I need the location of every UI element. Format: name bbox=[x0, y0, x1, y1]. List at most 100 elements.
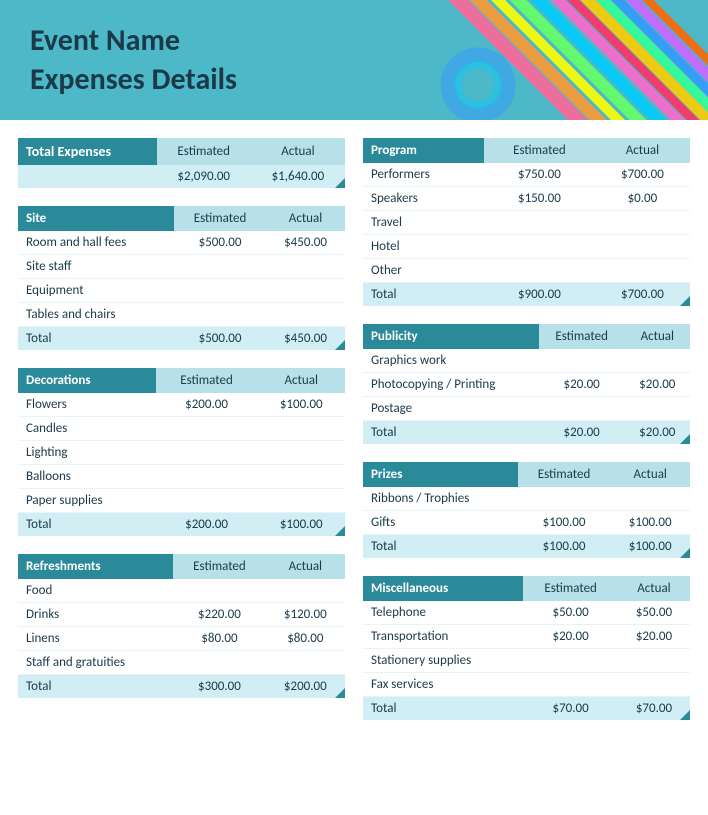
total-expenses-total-label bbox=[18, 165, 157, 188]
table-row: Equipment bbox=[18, 279, 345, 303]
decorations-section: Decorations Estimated Actual Flowers $20… bbox=[18, 368, 345, 536]
total-expenses-table: Total Expenses Estimated Actual $2,090.0… bbox=[18, 138, 345, 188]
prizes-row-2-estimated: $100.00 bbox=[518, 511, 611, 535]
decorations-total-estimated: $200.00 bbox=[156, 513, 258, 537]
misc-row-4-actual bbox=[618, 673, 690, 697]
site-row-1-estimated: $500.00 bbox=[174, 231, 266, 255]
site-estimated-header: Estimated bbox=[174, 206, 266, 231]
refreshments-estimated-header: Estimated bbox=[173, 554, 265, 579]
decorations-row-5-name: Paper supplies bbox=[18, 489, 156, 513]
program-row-5-actual bbox=[595, 259, 690, 283]
refreshments-row-4-name: Staff and gratuities bbox=[18, 651, 173, 675]
prizes-total-actual: $100.00 bbox=[610, 535, 690, 559]
decorations-row-2-actual bbox=[258, 417, 346, 441]
decorations-row-3-actual bbox=[258, 441, 346, 465]
misc-row-3-actual bbox=[618, 649, 690, 673]
program-estimated-header: Estimated bbox=[484, 138, 595, 163]
program-total-estimated: $900.00 bbox=[484, 283, 595, 307]
refreshments-actual-header: Actual bbox=[266, 554, 345, 579]
refreshments-row-3-actual: $80.00 bbox=[266, 627, 345, 651]
prizes-table: Prizes Estimated Actual Ribbons / Trophi… bbox=[363, 462, 690, 558]
table-row: Performers $750.00 $700.00 bbox=[363, 163, 690, 187]
misc-row-3-name: Stationery supplies bbox=[363, 649, 523, 673]
publicity-row-1-estimated bbox=[539, 349, 625, 373]
misc-row-2-name: Transportation bbox=[363, 625, 523, 649]
decorations-row-2-name: Candles bbox=[18, 417, 156, 441]
site-label: Site bbox=[18, 206, 174, 231]
main-content: Total Expenses Estimated Actual $2,090.0… bbox=[0, 120, 708, 756]
right-column: Program Estimated Actual Performers $750… bbox=[363, 138, 690, 738]
decorations-row-4-name: Balloons bbox=[18, 465, 156, 489]
miscellaneous-actual-header: Actual bbox=[618, 576, 690, 601]
table-row: Ribbons / Trophies bbox=[363, 487, 690, 511]
program-row-1-estimated: $750.00 bbox=[484, 163, 595, 187]
program-row-1-name: Performers bbox=[363, 163, 484, 187]
prizes-row-1-name: Ribbons / Trophies bbox=[363, 487, 518, 511]
program-row-4-name: Hotel bbox=[363, 235, 484, 259]
publicity-row-3-actual bbox=[625, 397, 690, 421]
site-row-1-name: Room and hall fees bbox=[18, 231, 174, 255]
publicity-table: Publicity Estimated Actual Graphics work… bbox=[363, 324, 690, 444]
site-section: Site Estimated Actual Room and hall fees… bbox=[18, 206, 345, 350]
prizes-row-1-actual bbox=[610, 487, 690, 511]
page-header: Event Name Expenses Details bbox=[0, 0, 708, 120]
program-row-2-name: Speakers bbox=[363, 187, 484, 211]
prizes-row-1-estimated bbox=[518, 487, 611, 511]
table-row: Telephone $50.00 $50.00 bbox=[363, 601, 690, 625]
publicity-label: Publicity bbox=[363, 324, 539, 349]
refreshments-row-4-estimated bbox=[173, 651, 265, 675]
header-decoration bbox=[388, 0, 708, 120]
total-expenses-section: Total Expenses Estimated Actual $2,090.0… bbox=[18, 138, 345, 188]
total-expenses-total-actual: $1,640.00 bbox=[251, 165, 345, 188]
site-row-2-estimated bbox=[174, 255, 266, 279]
decorations-row-3-name: Lighting bbox=[18, 441, 156, 465]
table-row: Flowers $200.00 $100.00 bbox=[18, 393, 345, 417]
misc-row-2-estimated: $20.00 bbox=[523, 625, 618, 649]
refreshments-total-actual: $200.00 bbox=[266, 675, 345, 699]
program-label: Program bbox=[363, 138, 484, 163]
program-row-1-actual: $700.00 bbox=[595, 163, 690, 187]
miscellaneous-section: Miscellaneous Estimated Actual Telephone… bbox=[363, 576, 690, 720]
refreshments-row-1-actual bbox=[266, 579, 345, 603]
publicity-total-estimated: $20.00 bbox=[539, 421, 625, 445]
misc-row-2-actual: $20.00 bbox=[618, 625, 690, 649]
program-table: Program Estimated Actual Performers $750… bbox=[363, 138, 690, 306]
refreshments-row-1-name: Food bbox=[18, 579, 173, 603]
publicity-estimated-header: Estimated bbox=[539, 324, 625, 349]
program-row-3-actual bbox=[595, 211, 690, 235]
miscellaneous-table: Miscellaneous Estimated Actual Telephone… bbox=[363, 576, 690, 720]
publicity-row-2-name: Photocopying / Printing bbox=[363, 373, 539, 397]
table-row: Hotel bbox=[363, 235, 690, 259]
refreshments-label: Refreshments bbox=[18, 554, 173, 579]
misc-row-4-estimated bbox=[523, 673, 618, 697]
publicity-row-2-estimated: $20.00 bbox=[539, 373, 625, 397]
site-actual-header: Actual bbox=[266, 206, 345, 231]
program-total-actual: $700.00 bbox=[595, 283, 690, 307]
site-row-3-actual bbox=[266, 279, 345, 303]
table-row: Paper supplies bbox=[18, 489, 345, 513]
refreshments-total-label: Total bbox=[18, 675, 173, 699]
prizes-label: Prizes bbox=[363, 462, 518, 487]
table-row: Fax services bbox=[363, 673, 690, 697]
prizes-row-2-actual: $100.00 bbox=[610, 511, 690, 535]
site-row-3-estimated bbox=[174, 279, 266, 303]
refreshments-total-estimated: $300.00 bbox=[173, 675, 265, 699]
site-total-label: Total bbox=[18, 327, 174, 351]
table-row: Transportation $20.00 $20.00 bbox=[363, 625, 690, 649]
refreshments-row-3-estimated: $80.00 bbox=[173, 627, 265, 651]
decorations-row-4-estimated bbox=[156, 465, 258, 489]
publicity-row-2-actual: $20.00 bbox=[625, 373, 690, 397]
table-row: Other bbox=[363, 259, 690, 283]
site-row-2-name: Site staff bbox=[18, 255, 174, 279]
publicity-row-1-name: Graphics work bbox=[363, 349, 539, 373]
table-row: Photocopying / Printing $20.00 $20.00 bbox=[363, 373, 690, 397]
publicity-row-1-actual bbox=[625, 349, 690, 373]
program-row-4-actual bbox=[595, 235, 690, 259]
misc-total-actual: $70.00 bbox=[618, 697, 690, 721]
site-total-estimated: $500.00 bbox=[174, 327, 266, 351]
publicity-total-label: Total bbox=[363, 421, 539, 445]
program-row-5-name: Other bbox=[363, 259, 484, 283]
prizes-row-2-name: Gifts bbox=[363, 511, 518, 535]
site-row-2-actual bbox=[266, 255, 345, 279]
program-row-4-estimated bbox=[484, 235, 595, 259]
